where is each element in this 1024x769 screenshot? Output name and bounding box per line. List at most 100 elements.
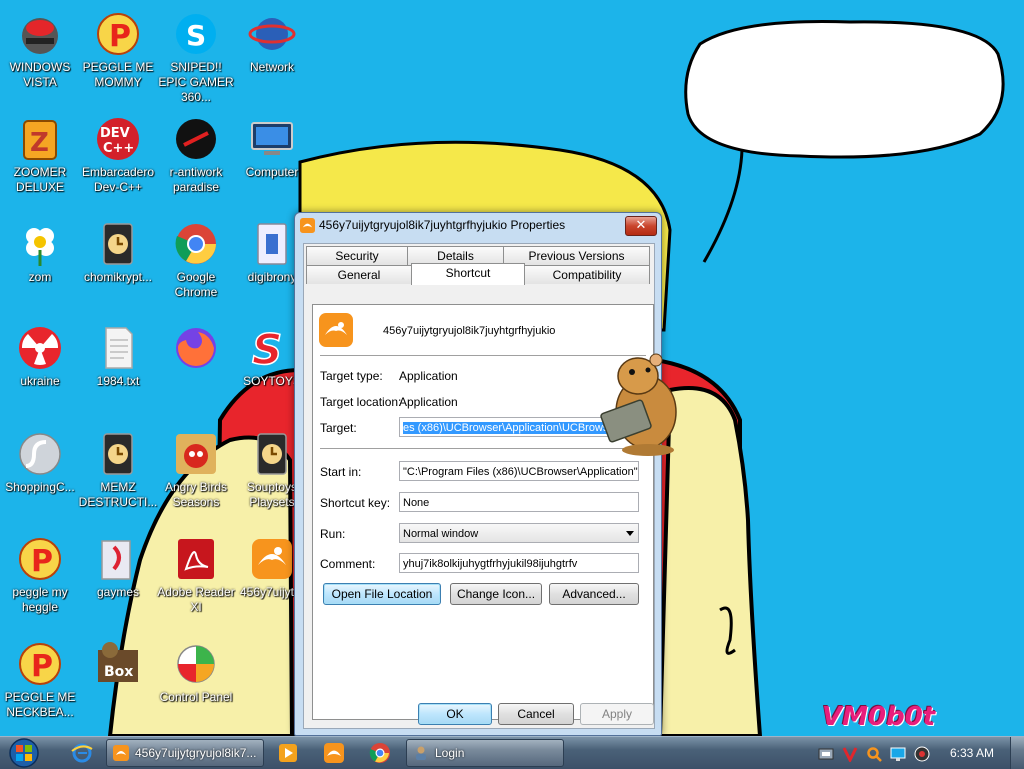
close-button[interactable]: ✕	[625, 216, 657, 236]
clock-file-icon	[103, 433, 133, 475]
volume-tray-icon[interactable]	[914, 746, 930, 762]
svg-text:S: S	[186, 19, 206, 52]
ucbrowser-icon	[300, 218, 315, 233]
desktop-icon[interactable]	[156, 318, 236, 418]
desktop-icon[interactable]: Angry Birds Seasons	[156, 424, 236, 524]
svg-text:Box: Box	[104, 664, 133, 680]
start-in-input[interactable]: "C:\Program Files (x86)\UCBrowser\Applic…	[399, 461, 639, 481]
comment-label: Comment:	[320, 557, 376, 571]
v-tray-icon[interactable]	[842, 746, 858, 762]
desktop-icon[interactable]: Google Chrome	[156, 214, 236, 314]
desktop-icon[interactable]: Computer	[232, 109, 312, 209]
monitor-tray-icon[interactable]	[890, 746, 906, 762]
desktop-icon-label: peggle my heggle	[12, 585, 68, 614]
taskbar: 456y7uijytgryujol8ik7... Login 6:33 AM	[0, 736, 1024, 769]
flash-icon	[19, 433, 61, 475]
desktop-icon-label: Embarcadero Dev-C++	[81, 165, 155, 194]
taskbar-task-label: 456y7uijytgryujol8ik7...	[135, 746, 257, 760]
antiwork-icon	[176, 119, 216, 159]
desktop-icon[interactable]: Control Panel	[156, 634, 236, 734]
ok-button[interactable]: OK	[418, 703, 492, 725]
target-type-label: Target type:	[320, 369, 383, 383]
advanced-button[interactable]: Advanced...	[549, 583, 639, 605]
desktop-icon-label: chomikrypt...	[83, 270, 152, 284]
desktop-icon-label: 1984.txt	[96, 374, 140, 388]
desktop-icon-label: Adobe Reader XI	[157, 585, 235, 614]
desktop-icon[interactable]: S SNIPED!! EPIC GAMER 360...	[156, 4, 236, 104]
peggle-icon: P	[19, 538, 61, 580]
tab-shortcut[interactable]: Shortcut	[411, 263, 525, 285]
taskbar-properties-window[interactable]: 456y7uijytgryujol8ik7...	[106, 739, 264, 767]
ucbrowser-icon	[252, 539, 292, 579]
desktop-icon-label: SNIPED!! EPIC GAMER 360...	[158, 60, 234, 104]
chrome-icon[interactable]	[368, 741, 392, 765]
tab-general[interactable]: General	[306, 265, 412, 284]
tab-security[interactable]: Security	[306, 246, 408, 265]
desktop-icon-label: zom	[28, 270, 52, 284]
control-panel-icon	[177, 645, 215, 683]
show-desktop-button[interactable]	[1010, 737, 1024, 769]
desktop-icon[interactable]: r-antiwork paradise	[156, 109, 236, 209]
desktop-icon-label: Computer	[245, 165, 299, 179]
dialog-titlebar[interactable]: 456y7uijytgryujol8ik7juyhtgrfhyjukio Pro…	[295, 213, 661, 239]
desktop-icon[interactable]: zom	[0, 214, 80, 314]
desktop-icon[interactable]: 1984.txt	[78, 318, 158, 418]
ucbrowser-icon	[113, 745, 129, 761]
search-tray-icon[interactable]	[866, 746, 882, 762]
desktop-icon[interactable]: Network	[232, 4, 312, 104]
target-type-value: Application	[399, 369, 458, 383]
svg-text:C++: C++	[103, 141, 134, 156]
desktop-icon-label: ZOOMER DELUXE	[13, 165, 67, 194]
hamster-sticker	[600, 353, 677, 456]
desktop-icon[interactable]: Adobe Reader XI	[156, 529, 236, 629]
flower-icon	[26, 228, 54, 266]
apply-button[interactable]: Apply	[580, 703, 654, 725]
run-select-value: Normal window	[403, 528, 479, 540]
desktop-icon[interactable]: P PEGGLE ME NECKBEA...	[0, 634, 80, 734]
desktop-icon-label: Network	[249, 60, 294, 74]
start-button[interactable]	[4, 737, 44, 769]
login-icon	[416, 746, 426, 760]
desktop-icon-label: PEGGLE ME MOMMY	[82, 60, 154, 89]
media-player-icon[interactable]	[276, 741, 300, 765]
speech-bubble	[684, 19, 1005, 159]
network-icon	[248, 18, 296, 50]
target-label: Target:	[320, 421, 357, 435]
run-label: Run:	[320, 527, 346, 541]
desktop-icon-label: Control Panel	[159, 690, 233, 704]
desktop-icon[interactable]: Z ZOOMER DELUXE	[0, 109, 80, 209]
desktop-icon[interactable]: ukraine	[0, 318, 80, 418]
change-icon-button[interactable]: Change Icon...	[450, 583, 542, 605]
network-tray-icon[interactable]	[818, 746, 834, 762]
desktop-icon[interactable]: gaymes	[78, 529, 158, 629]
desktop-icon-label: PEGGLE ME NECKBEA...	[4, 690, 76, 719]
internet-explorer-icon[interactable]	[70, 741, 94, 765]
desktop-icon[interactable]: chomikrypt...	[78, 214, 158, 314]
clock[interactable]: 6:33 AM	[950, 746, 994, 760]
shortcut-key-input[interactable]: None	[399, 492, 639, 512]
desktop-icon[interactable]: DEV C++ Embarcadero Dev-C++	[78, 109, 158, 209]
run-select[interactable]: Normal window	[399, 523, 639, 543]
open-file-location-button[interactable]: Open File Location	[323, 583, 441, 605]
target-location-value: Application	[399, 395, 458, 409]
desktop-icon[interactable]: ShoppingC...	[0, 424, 80, 524]
ucbrowser-icon[interactable]	[322, 741, 346, 765]
desktop-icon[interactable]: WINDOWS VISTA	[0, 4, 80, 104]
desktop-icon[interactable]: Box	[78, 634, 158, 734]
firefox-icon	[176, 328, 216, 368]
svg-text:P: P	[31, 544, 53, 579]
cancel-button[interactable]: Cancel	[498, 703, 574, 725]
desktop-icon[interactable]: Ppeggle my heggle	[0, 529, 80, 629]
dialog-body: Security Details Previous Versions Gener…	[303, 243, 655, 729]
comment-input[interactable]: yhuj7ik8olkijuhygtfrhyjukil98ijuhgtrfv	[399, 553, 639, 573]
desktop-icon[interactable]: MEMZ DESTRUCTI...	[78, 424, 158, 524]
desktop-icon[interactable]: P PEGGLE ME MOMMY	[78, 4, 158, 104]
skype-icon: S	[176, 14, 216, 54]
tab-previous-versions[interactable]: Previous Versions	[503, 246, 650, 265]
tab-compatibility[interactable]: Compatibility	[524, 265, 650, 284]
dialog-title: 456y7uijytgryujol8ik7juyhtgrfhyjukio Pro…	[319, 218, 566, 232]
box-icon: Box	[98, 642, 138, 682]
taskbar-task-label: Login	[435, 746, 465, 760]
taskbar-login-window[interactable]: Login	[406, 739, 564, 767]
zoomer-icon: Z	[23, 120, 57, 160]
